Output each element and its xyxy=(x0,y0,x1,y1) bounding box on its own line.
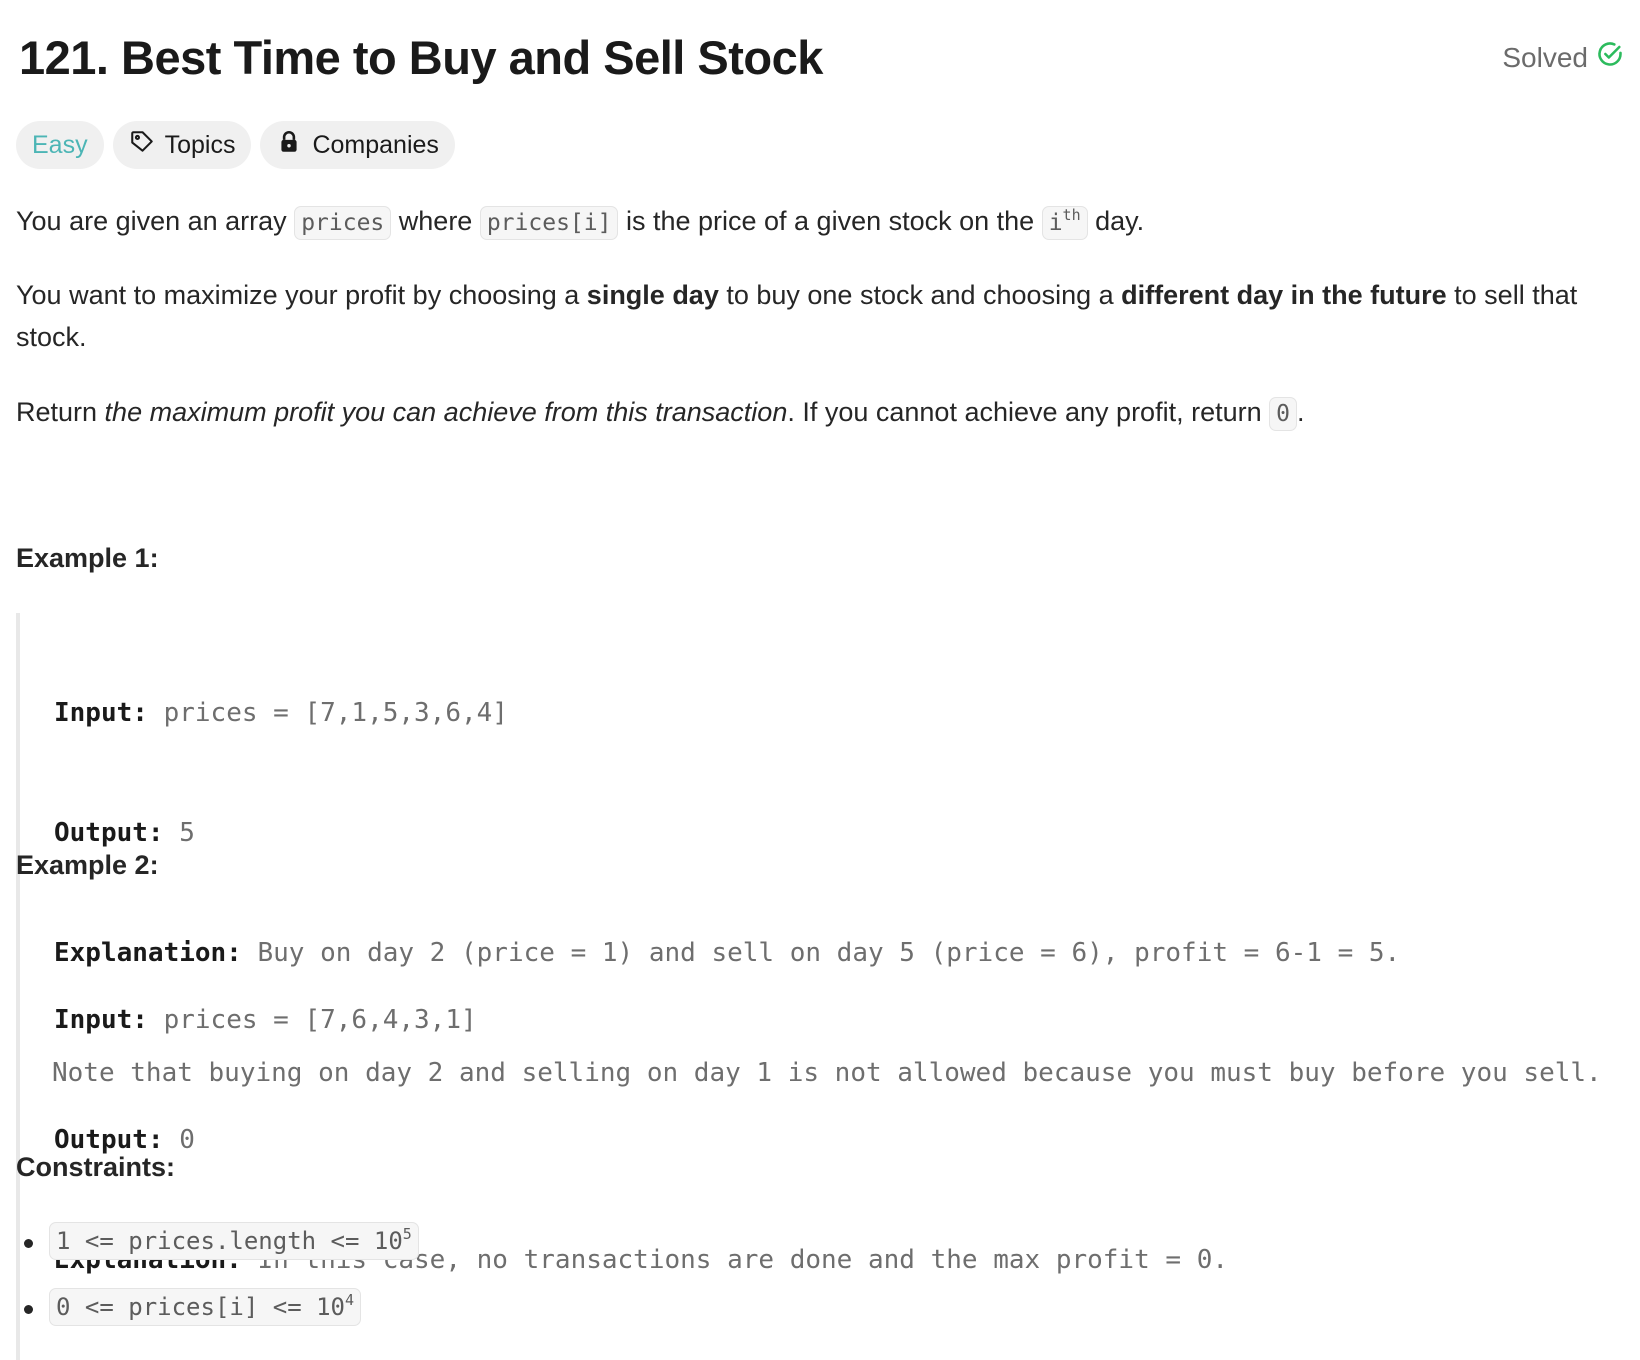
problem-tags: Easy Topics Companies xyxy=(16,121,455,169)
code-text: i xyxy=(1048,210,1063,236)
bullet-icon xyxy=(24,1239,33,1248)
text: . xyxy=(1296,397,1305,427)
constraint-text: 1 <= prices.length <= 10 xyxy=(56,1227,403,1255)
example-1-heading: Example 1: xyxy=(16,543,159,573)
description-paragraph-3: Return the maximum profit you can achiev… xyxy=(16,391,1628,435)
topics-label: Topics xyxy=(164,130,236,159)
output-value: 5 xyxy=(179,818,195,848)
italic-text: the maximum profit you can achieve from … xyxy=(104,397,788,427)
input-label: Input: xyxy=(54,698,148,728)
text: You want to maximize your profit by choo… xyxy=(16,280,587,310)
difficulty-badge: Easy xyxy=(16,121,104,169)
example-2-heading: Example 2: xyxy=(16,850,159,880)
output-value: 0 xyxy=(179,1125,195,1155)
difficulty-label: Easy xyxy=(32,130,88,159)
bullet-icon xyxy=(24,1305,33,1314)
check-circle-icon xyxy=(1596,40,1624,75)
text: You are given an array xyxy=(16,206,295,236)
output-label: Output: xyxy=(54,818,164,848)
example-input: Input: prices = [7,1,5,3,6,4] xyxy=(54,693,1640,733)
text: where xyxy=(391,206,480,236)
superscript: 5 xyxy=(402,1225,412,1243)
input-label: Input: xyxy=(54,1005,148,1035)
bold-text: different day in the future xyxy=(1121,280,1447,310)
companies-button[interactable]: Companies xyxy=(260,121,455,169)
input-value: prices = [7,1,5,3,6,4] xyxy=(163,698,508,728)
lock-icon xyxy=(276,129,302,162)
constraints-list: 1 <= prices.length <= 105 0 <= prices[i]… xyxy=(16,1222,419,1357)
bold-text: single day xyxy=(586,280,719,310)
output-label: Output: xyxy=(54,1125,164,1155)
inline-code: prices xyxy=(294,206,392,240)
example-output: Output: 5 xyxy=(54,813,1640,853)
description-paragraph-2: You want to maximize your profit by choo… xyxy=(16,274,1628,358)
text: Return xyxy=(16,397,105,427)
companies-label: Companies xyxy=(312,130,439,159)
constraint-code: 1 <= prices.length <= 105 xyxy=(49,1222,419,1260)
constraint-text: 0 <= prices[i] <= 10 xyxy=(56,1293,345,1321)
solved-label: Solved xyxy=(1502,41,1588,73)
text: is the price of a given stock on the xyxy=(618,206,1042,236)
inline-code: 0 xyxy=(1269,397,1297,431)
text: day. xyxy=(1087,206,1145,236)
example-output: Output: 0 xyxy=(54,1120,1640,1160)
inline-code-ith: ith xyxy=(1041,206,1088,240)
example-input: Input: prices = [7,6,4,3,1] xyxy=(54,1000,1640,1040)
constraint-item: 0 <= prices[i] <= 104 xyxy=(16,1288,419,1357)
constraints-heading: Constraints: xyxy=(16,1152,176,1182)
text: to buy one stock and choosing a xyxy=(718,280,1122,310)
input-value: prices = [7,6,4,3,1] xyxy=(163,1005,477,1035)
constraint-code: 0 <= prices[i] <= 104 xyxy=(49,1288,362,1326)
description-paragraph-1: You are given an array prices where pric… xyxy=(16,200,1628,244)
constraint-item: 1 <= prices.length <= 105 xyxy=(16,1222,419,1291)
topics-button[interactable]: Topics xyxy=(112,121,252,169)
text: . If you cannot achieve any profit, retu… xyxy=(787,397,1270,427)
superscript: th xyxy=(1062,206,1081,224)
tag-icon xyxy=(129,129,155,162)
problem-title: 121. Best Time to Buy and Sell Stock xyxy=(19,31,823,84)
solved-status: Solved xyxy=(1502,40,1624,75)
inline-code: prices[i] xyxy=(479,206,619,240)
problem-header: 121. Best Time to Buy and Sell Stock Sol… xyxy=(16,28,1624,92)
superscript: 4 xyxy=(344,1291,355,1309)
